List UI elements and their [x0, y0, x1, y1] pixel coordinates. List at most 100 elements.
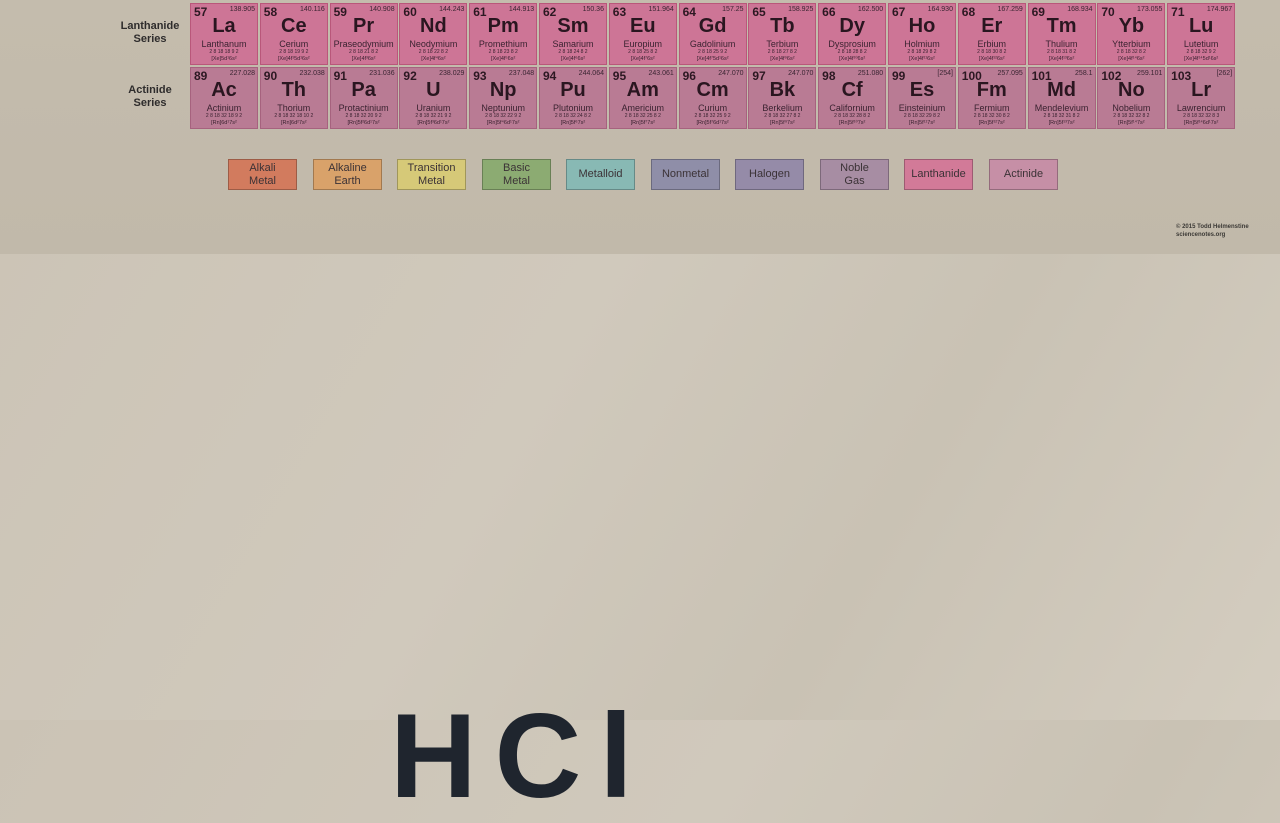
element-mass: 144.913 [508, 6, 535, 13]
element-symbol: Lu [1188, 15, 1214, 37]
element-symbol: Yb [1118, 15, 1145, 37]
element-config: [Rn]5f²6d¹7s² [347, 120, 380, 126]
element-name: Protactinium [338, 103, 389, 113]
element-name: Neptunium [481, 103, 525, 113]
element-name: Fermium [974, 103, 1010, 113]
element-mass: 162.500 [857, 6, 884, 13]
element-name: Europium [623, 39, 663, 49]
element-name: Mendelevium [1034, 103, 1089, 113]
element-symbol: Sm [557, 15, 589, 37]
element-shells: 2 8 18 30 8 2 [977, 49, 1007, 55]
element-mass: 140.908 [369, 6, 395, 13]
actinide-series-label: Actinide Series [112, 84, 188, 110]
element-mass: 157.25 [722, 6, 744, 13]
element-shells: 2 8 18 32 20 9 2 [345, 113, 382, 119]
element-shells: 2 8 18 27 8 2 [767, 49, 797, 55]
legend-alkali-metal: Alkali Metal [228, 159, 297, 190]
element-name: Terbium [766, 39, 799, 49]
actinide-row: 89 227.028 Ac Actinium 2 8 18 32 18 9 2 [Rn]6… [190, 67, 1237, 129]
element-config: [Xe]4f⁶6s² [560, 56, 586, 62]
element-shells: 2 8 18 32 25 8 2 [624, 113, 661, 119]
element-name: Berkelium [762, 103, 803, 113]
element-shells: 2 8 18 32 30 8 2 [973, 113, 1010, 119]
element-shells: 2 8 18 19 9 2 [279, 49, 309, 55]
element-config: [Xe]4f⁷5d¹6s² [696, 56, 729, 62]
element-cell-no: 102 259.101 No Nobelium 2 8 18 32 32 8 2 [Rn]… [1097, 67, 1166, 129]
element-name: Einsteinium [898, 103, 946, 113]
element-mass: 173.055 [1137, 6, 1163, 13]
element-symbol: Pm [487, 15, 519, 37]
element-cell-u: 92 238.029 U Uranium 2 8 18 32 21 9 2 [Rn]5f³… [399, 67, 468, 129]
element-shells: 2 8 18 21 8 2 [348, 49, 379, 55]
element-config: [Rn]6d²7s² [280, 120, 307, 126]
element-shells: 2 8 18 32 18 9 2 [205, 113, 243, 119]
element-symbol: Fm [976, 79, 1007, 101]
element-mass: 164.930 [927, 6, 953, 13]
element-symbol: La [212, 15, 236, 37]
legend-transition-metal: Transition Metal [397, 159, 466, 190]
element-cell-er: 68 167.259 Er Erbium 2 8 18 30 8 2 [Xe]4f¹²6s… [957, 3, 1026, 65]
element-shells: 2 8 18 32 25 9 2 [694, 113, 731, 119]
element-shells: 2 8 18 32 28 8 2 [834, 113, 871, 119]
element-mass: 227.028 [229, 70, 255, 77]
element-config: [Rn]5f⁷6d¹7s² [696, 120, 729, 126]
element-symbol: Pu [560, 79, 586, 101]
element-shells: 2 8 18 32 27 8 2 [764, 113, 801, 119]
element-shells: 2 8 18 32 29 8 2 [903, 113, 941, 119]
element-shells: 2 8 18 29 8 2 [907, 49, 937, 55]
element-shells: 2 8 18 28 8 2 [837, 49, 867, 55]
element-symbol: Eu [630, 15, 656, 37]
element-mass: 258.1 [1075, 70, 1093, 77]
copyright-site: sciencenotes.org [1176, 232, 1226, 238]
element-symbol: Lr [1191, 79, 1212, 101]
element-shells: 2 8 18 18 9 2 [209, 49, 239, 55]
element-shells: 2 8 18 24 8 2 [558, 49, 588, 55]
series-label-text: Actinide Series [128, 84, 172, 109]
element-cell-fm: 100 257.095 Fm Fermium 2 8 18 32 30 8 2 [Rn]5… [957, 67, 1026, 129]
element-name: Samarium [552, 39, 594, 49]
element-name: Plutonium [552, 103, 593, 113]
element-symbol: No [1118, 79, 1145, 101]
element-symbol: Md [1047, 79, 1076, 101]
element-symbol: Es [909, 79, 935, 101]
element-symbol: Tm [1046, 15, 1077, 37]
element-name: Lawrencium [1176, 103, 1226, 113]
element-cell-am: 95 243.061 Am Americium 2 8 18 32 25 8 2 [Rn]… [608, 67, 677, 129]
element-mass: 231.036 [369, 70, 395, 77]
element-shells: 2 8 18 25 8 2 [628, 49, 658, 55]
element-shells: 2 8 18 32 22 9 2 [485, 113, 522, 119]
element-config: [Rn]5f⁴6d¹7s² [486, 120, 520, 126]
element-config: [Rn]5f⁷7s² [630, 120, 655, 126]
element-cell-cm: 96 247.070 Cm Curium 2 8 18 32 25 9 2 [Rn]5f⁷… [678, 67, 747, 129]
element-config: [Rn]5f¹⁴6d¹7s² [1183, 120, 1219, 126]
element-config: [Xe]4f¹⁰6s² [839, 56, 866, 62]
element-mass: 247.070 [788, 70, 814, 77]
element-shells: 2 8 18 22 8 2 [418, 49, 448, 55]
element-config: [Xe]4f³6s² [351, 56, 376, 62]
element-name: Thulium [1045, 39, 1078, 49]
element-symbol: Tb [770, 15, 795, 37]
series-label-text: Lanthanide Series [120, 20, 180, 45]
element-mass: 247.070 [718, 70, 744, 77]
element-name: Curium [698, 103, 728, 113]
element-cell-dy: 66 162.500 Dy Dysprosium 2 8 18 28 8 2 [Xe]4f… [818, 3, 887, 65]
element-config: [Xe]4f⁹6s² [770, 56, 795, 62]
legend-nonmetal: Nonmetal [651, 159, 720, 190]
element-name: Cerium [279, 39, 309, 49]
element-mass: 238.029 [439, 70, 465, 77]
element-config: [Rn]5f¹²7s² [978, 120, 1005, 126]
element-symbol: Bk [769, 79, 796, 101]
element-name: Lanthanum [201, 39, 247, 49]
element-mass: 251.080 [857, 70, 884, 77]
element-config: [Rn]5f¹⁴7s² [1118, 120, 1145, 126]
element-symbol: Nd [420, 15, 447, 37]
element-mass: 144.243 [439, 6, 465, 13]
element-mass: 151.964 [648, 6, 674, 13]
element-cell-eu: 63 151.964 Eu Europium 2 8 18 25 8 2 [Xe]4f⁷6… [608, 3, 677, 65]
element-name: Erbium [977, 39, 1007, 49]
element-symbol: Ce [281, 15, 307, 37]
element-symbol: Am [626, 79, 659, 101]
element-cell-la: 57 138.905 La Lanthanum 2 8 18 18 9 2 [Xe]5d¹… [190, 3, 258, 65]
element-cell-th: 90 232.038 Th Thorium 2 8 18 32 18 10 2 [Rn]6… [259, 67, 328, 129]
element-symbol: Er [981, 15, 1003, 37]
